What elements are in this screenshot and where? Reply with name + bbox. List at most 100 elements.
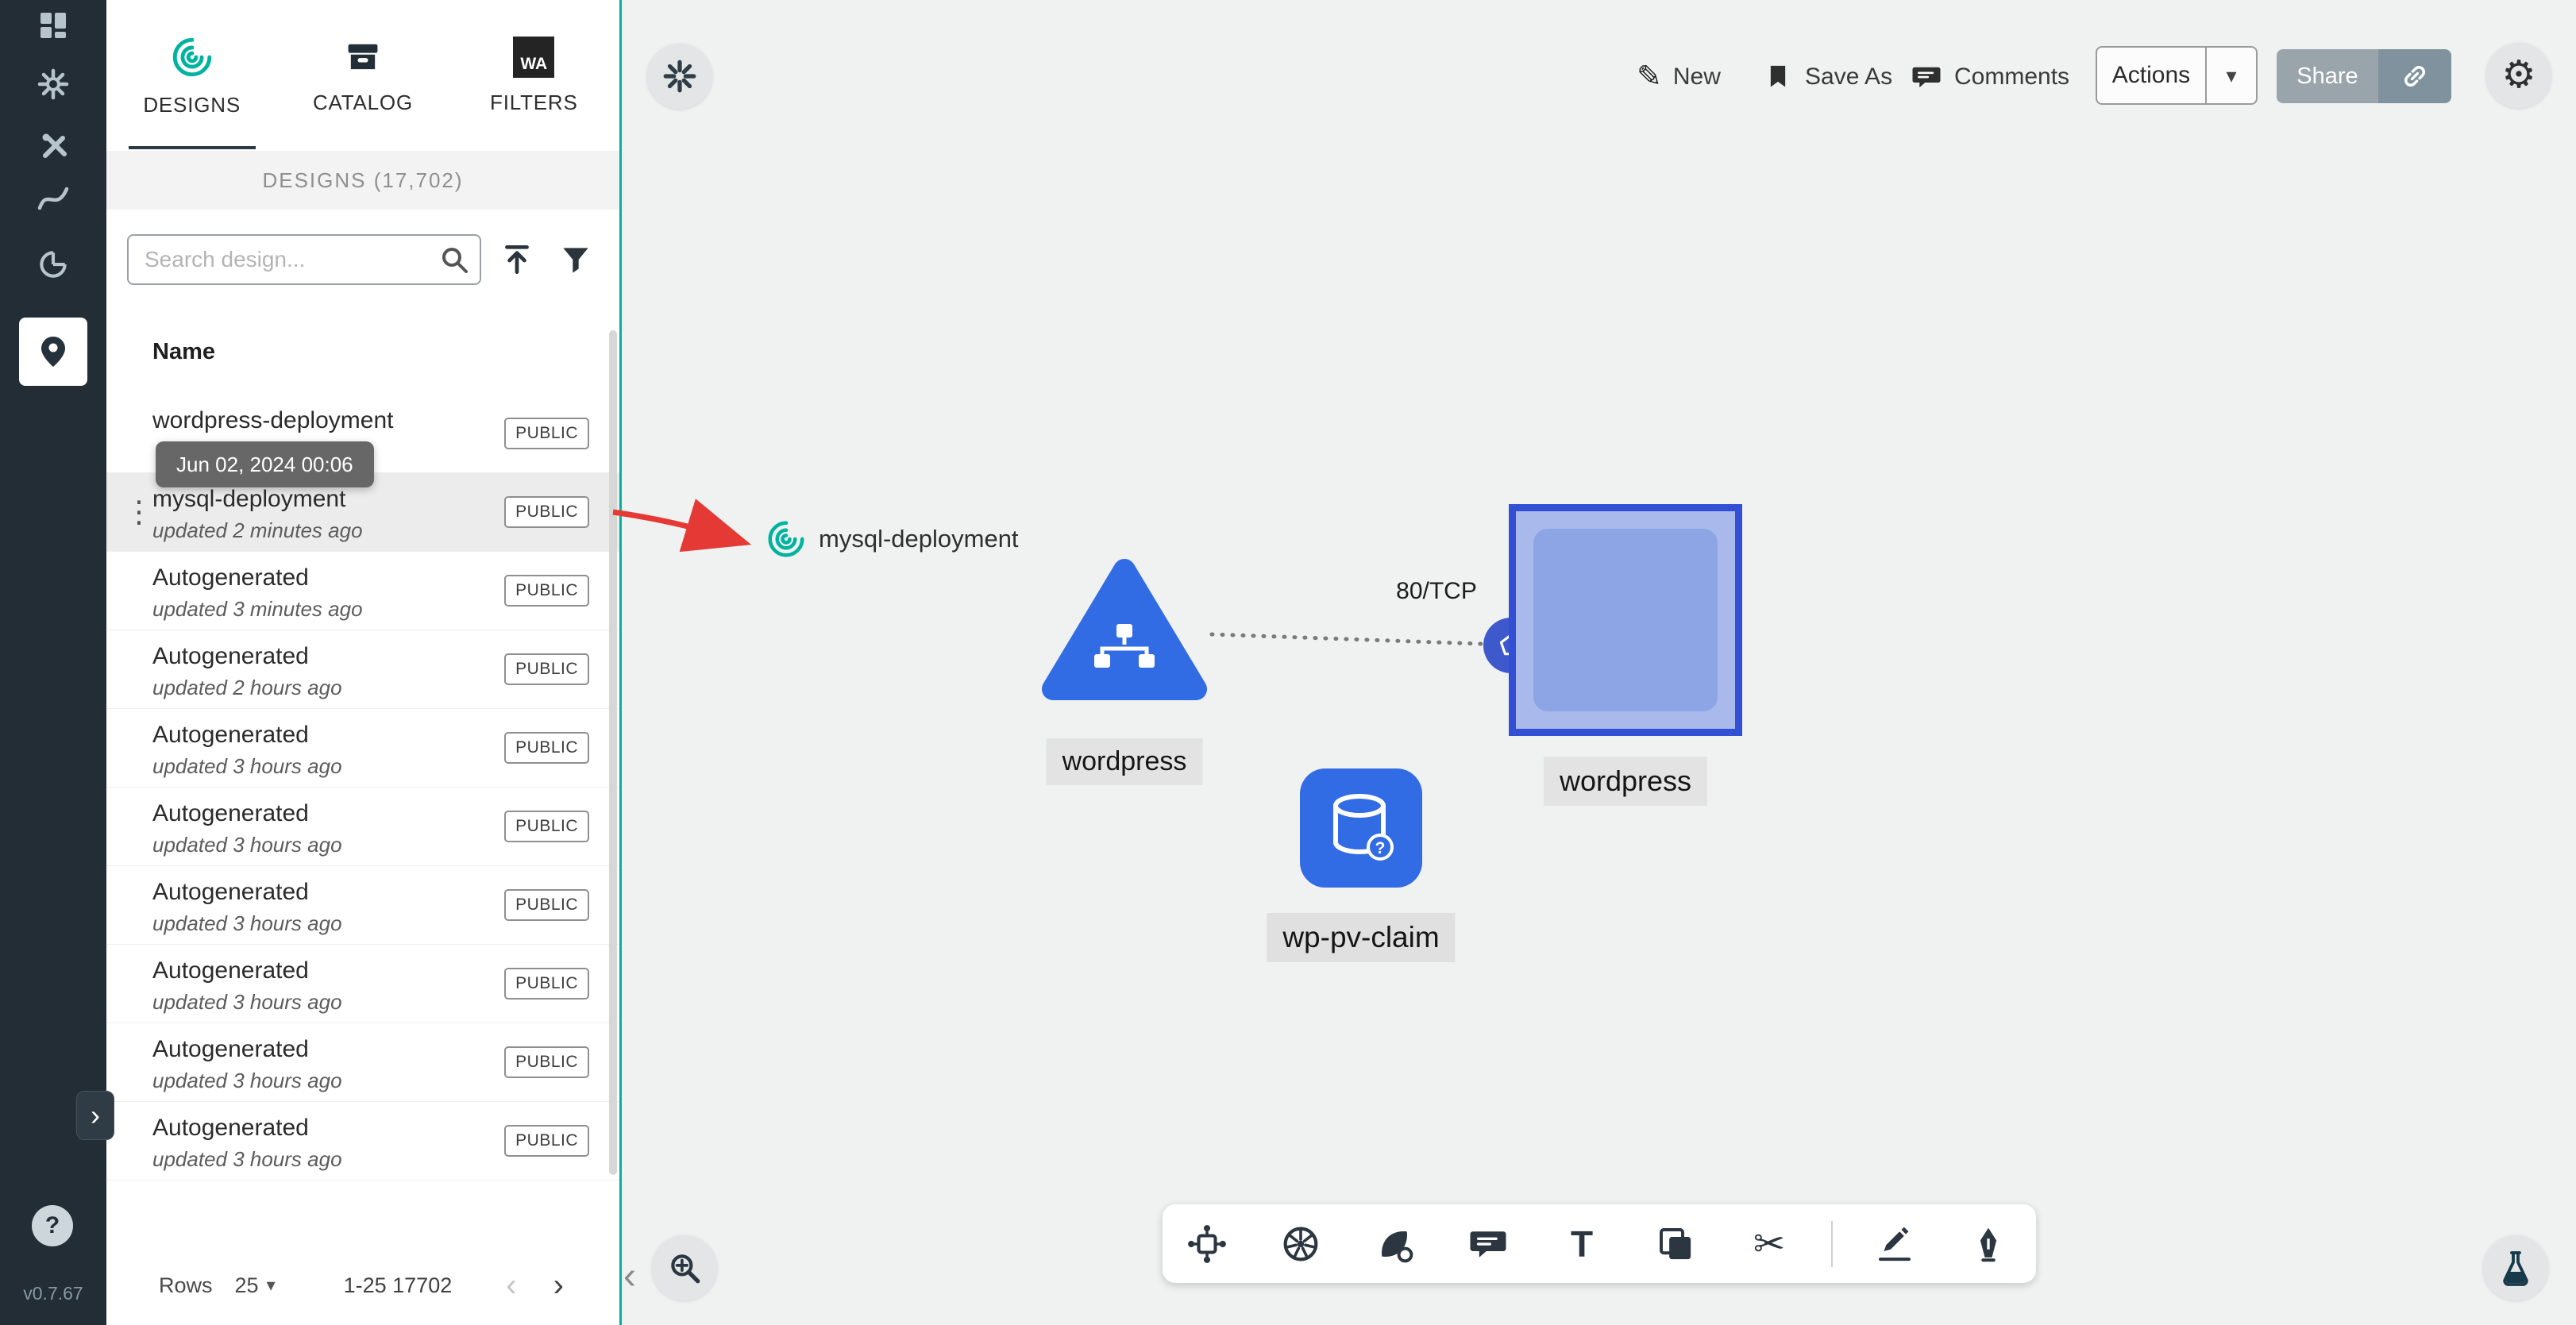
namespace-node-label: wordpress — [1543, 757, 1708, 806]
tab-catalog[interactable]: CATALOG — [277, 0, 448, 151]
search-input[interactable] — [127, 234, 481, 285]
app-sidebar: › ? v0.7.67 — [0, 0, 114, 1325]
row-menu-button[interactable]: ⋮ — [124, 495, 154, 530]
search-icon — [437, 242, 472, 277]
new-design-label: New — [1672, 64, 1721, 90]
bookmark-save-icon — [1770, 65, 1786, 87]
prev-page-button[interactable]: ‹ — [506, 1268, 516, 1304]
dashboard-icon — [40, 13, 66, 38]
validate-button[interactable] — [2483, 1235, 2548, 1300]
actions-button[interactable]: Actions ▾ — [2096, 46, 2258, 105]
designs-count-header: DESIGNS (17,702) — [106, 151, 619, 210]
design-list: ⋮ wordpress-deployment PUBLIC ⋮ mysql-de… — [106, 395, 619, 1181]
panel-expander-button[interactable]: › — [76, 1091, 114, 1140]
location-pin-icon — [41, 337, 65, 367]
text-tool-button[interactable]: T — [1550, 1212, 1614, 1276]
database-icon: ? — [1333, 794, 1394, 861]
asterisk-menu-icon — [663, 60, 696, 93]
design-list-item[interactable]: ⋮ Autogenerated updated 3 hours ago PUBL… — [106, 709, 619, 788]
rows-per-page-label: Rows — [159, 1273, 213, 1297]
comment-tool-icon — [1470, 1231, 1506, 1258]
comment-icon — [1912, 67, 1941, 88]
share-button[interactable]: Share — [2277, 49, 2451, 103]
canvas-menu-button[interactable] — [647, 44, 712, 109]
next-page-button[interactable]: › — [553, 1268, 564, 1304]
pvc-node[interactable]: ? — [1300, 768, 1422, 888]
help-button[interactable]: ? — [32, 1205, 73, 1246]
design-visibility-badge: PUBLIC — [504, 1046, 589, 1078]
shapes-tool-button[interactable] — [1363, 1212, 1426, 1276]
updated-tooltip: Jun 02, 2024 00:06 — [156, 441, 374, 487]
question-badge: ? — [1375, 839, 1386, 857]
flask-icon — [2503, 1251, 2528, 1286]
design-visibility-badge: PUBLIC — [504, 575, 589, 607]
shapes-icon — [1382, 1231, 1413, 1262]
design-list-item[interactable]: ⋮ Autogenerated updated 2 hours ago PUBL… — [106, 630, 619, 709]
kubernetes-wheel-icon — [1283, 1227, 1318, 1261]
pen-nib-icon — [1980, 1227, 1997, 1261]
design-canvas[interactable]: ✎ New Save As Comments Actions ▾ Share ⚙ — [619, 0, 2576, 1325]
tab-designs[interactable]: DESIGNS — [106, 0, 277, 151]
list-scrollbar[interactable] — [609, 330, 617, 1175]
sidebar-item-kanvas-active[interactable] — [19, 318, 87, 386]
design-visibility-badge: PUBLIC — [504, 418, 589, 449]
design-list-item[interactable]: ⋮ Autogenerated updated 3 hours ago PUBL… — [106, 866, 619, 945]
import-design-button[interactable] — [494, 237, 540, 283]
new-design-button[interactable]: ✎ New — [1637, 56, 1721, 98]
share-label: Share — [2277, 49, 2378, 103]
copy-link-button[interactable] — [2378, 49, 2451, 103]
text-tool-icon: T — [1570, 1223, 1594, 1265]
design-list-item[interactable]: ⋮ Autogenerated updated 3 hours ago PUBL… — [106, 1102, 619, 1181]
meshery-designs-icon — [172, 37, 211, 76]
sidebar-item-lifecycle[interactable] — [31, 62, 75, 106]
rows-per-page-select[interactable]: 25 ▾ — [235, 1273, 276, 1298]
wasm-filters-icon: WA — [513, 36, 555, 78]
save-as-button[interactable]: Save As — [1762, 56, 1892, 98]
pie-chart-icon — [40, 251, 67, 278]
workload-node-label: wordpress — [1046, 738, 1203, 785]
design-visibility-badge: PUBLIC — [504, 732, 589, 764]
scissors-icon: ✂ — [1753, 1223, 1786, 1265]
design-visibility-badge: PUBLIC — [504, 811, 589, 842]
design-ref[interactable]: mysql-deployment — [765, 518, 1019, 560]
design-list-item[interactable]: ⋮ Autogenerated updated 3 hours ago PUBL… — [106, 788, 619, 866]
gear-icon: ⚙ — [2501, 54, 2536, 96]
settings-button[interactable]: ⚙ — [2486, 43, 2551, 108]
filter-list-button[interactable] — [553, 237, 599, 283]
sidebar-item-extensions[interactable] — [31, 242, 75, 287]
tab-designs-label: DESIGNS — [143, 92, 241, 117]
caret-down-icon: ▾ — [2226, 63, 2237, 87]
design-list-item[interactable]: ⋮ Autogenerated updated 3 hours ago PUBL… — [106, 945, 619, 1023]
upload-icon — [505, 245, 529, 275]
components-tool-button[interactable] — [1175, 1212, 1239, 1276]
sidebar-item-performance[interactable] — [31, 176, 75, 221]
actions-dropdown-button[interactable]: ▾ — [2205, 48, 2256, 103]
design-ref-label: mysql-deployment — [819, 525, 1019, 553]
draw-tool-button[interactable] — [1863, 1212, 1926, 1276]
meshery-logo-icon — [768, 521, 804, 557]
kubernetes-tool-button[interactable] — [1269, 1212, 1332, 1276]
panel-collapse-button[interactable]: ‹ — [623, 1254, 636, 1298]
note-tool-button[interactable] — [1644, 1212, 1707, 1276]
sidebar-item-dashboard[interactable] — [31, 3, 75, 48]
zoom-button[interactable] — [652, 1235, 717, 1300]
namespace-node-selected[interactable] — [1509, 504, 1742, 736]
workload-node[interactable] — [1039, 554, 1210, 702]
tab-filters-label: FILTERS — [490, 90, 578, 114]
toolbar-divider — [1831, 1220, 1833, 1267]
column-header-name[interactable]: Name — [152, 310, 215, 395]
designs-panel: DESIGNS CATALOG WA FILTERS DESIGNS (17,7… — [106, 0, 619, 1325]
design-list-item[interactable]: ⋮ Autogenerated updated 3 minutes ago PU… — [106, 552, 619, 630]
scissors-tool-button[interactable]: ✂ — [1737, 1212, 1801, 1276]
design-list-item[interactable]: ⋮ Autogenerated updated 3 hours ago PUBL… — [106, 1023, 619, 1102]
sketch-tool-button[interactable] — [1957, 1212, 2020, 1276]
sidebar-item-configuration[interactable] — [31, 122, 75, 167]
comments-button[interactable]: Comments — [1910, 56, 2069, 98]
design-visibility-badge: PUBLIC — [504, 889, 589, 921]
pagination-range: 1-25 17702 — [343, 1273, 453, 1297]
design-visibility-badge: PUBLIC — [504, 1125, 589, 1157]
tab-filters[interactable]: WA FILTERS — [449, 0, 619, 151]
canvas-toolbar: T ✂ — [1163, 1204, 2036, 1283]
comment-tool-button[interactable] — [1456, 1212, 1520, 1276]
components-icon — [1188, 1224, 1226, 1263]
